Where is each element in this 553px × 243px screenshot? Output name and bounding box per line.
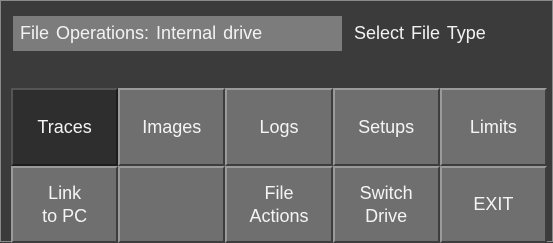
header: File Operations: Internal drive Select F… xyxy=(1,1,553,64)
exit-button[interactable]: EXIT xyxy=(439,166,547,243)
blank-softkey[interactable] xyxy=(118,166,226,243)
file-actions-button[interactable]: File Actions xyxy=(225,166,333,243)
setups-button[interactable]: Setups xyxy=(332,88,440,166)
link-to-pc-button[interactable]: Link to PC xyxy=(11,166,119,243)
file-operations-screen: File Operations: Internal drive Select F… xyxy=(0,0,553,243)
header-bar: File Operations: Internal drive Select F… xyxy=(13,16,544,51)
prompt-label: Select File Type xyxy=(354,23,486,43)
traces-button[interactable]: Traces xyxy=(11,88,119,166)
softkey-grid: Traces Images Logs Setups Limits Link to… xyxy=(11,88,547,243)
logs-button[interactable]: Logs xyxy=(225,88,333,166)
switch-drive-button[interactable]: Switch Drive xyxy=(332,166,440,243)
limits-button[interactable]: Limits xyxy=(439,88,547,166)
location-label: File Operations: Internal drive xyxy=(13,16,342,51)
images-button[interactable]: Images xyxy=(118,88,226,166)
